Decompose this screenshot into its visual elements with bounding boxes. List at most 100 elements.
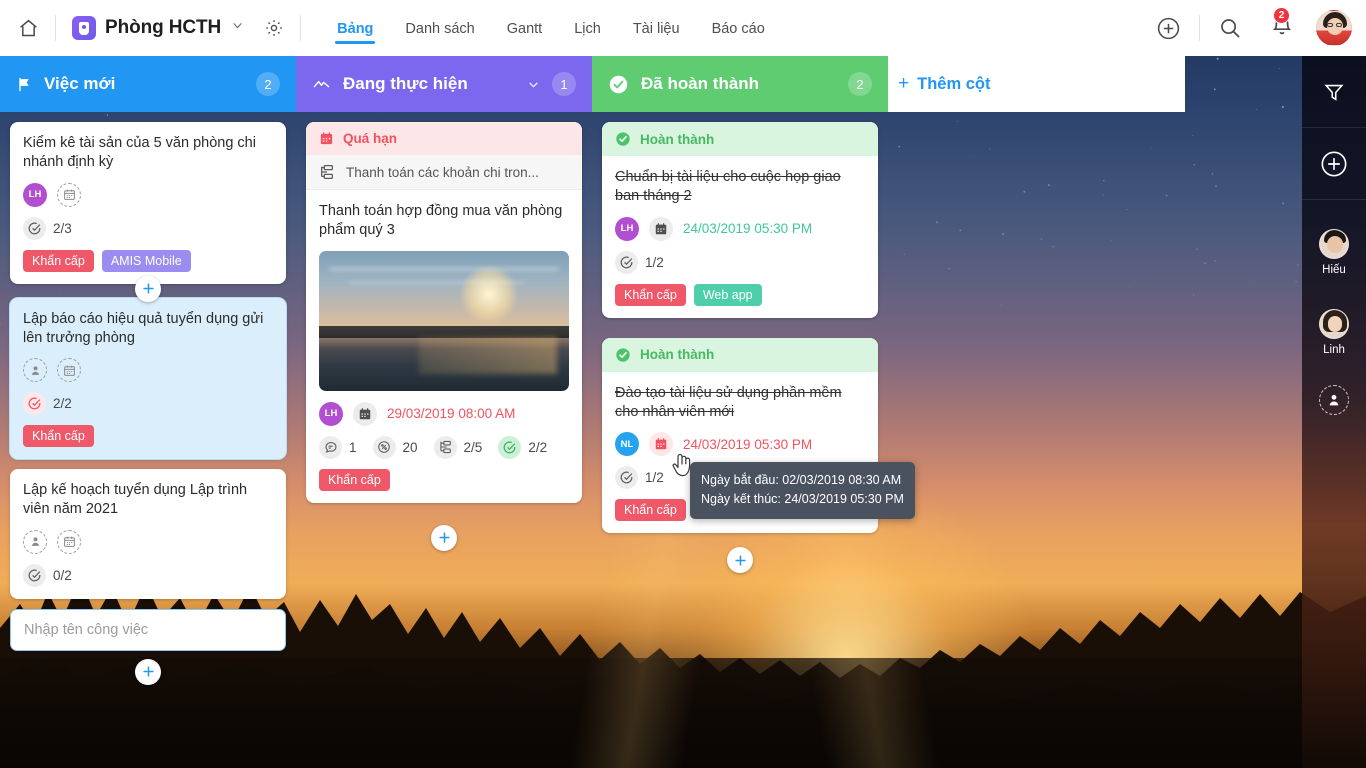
assignee-avatar[interactable]: LH [615,217,639,241]
stat-checklist[interactable]: 2/2 [498,436,547,459]
task-card[interactable]: Hoàn thành Chuẩn bị tài liệu cho cuộc họ… [602,122,878,318]
member-linh[interactable]: Linh [1302,292,1366,372]
calendar-icon[interactable] [57,530,81,554]
add-member-button[interactable] [1302,128,1366,200]
plus-icon[interactable] [135,276,161,302]
tag-web-app[interactable]: Web app [694,284,762,306]
notification-badge: 2 [1273,7,1290,24]
column-body-dang-thuc-hien: Quá hạn Thanh toán các khoản chi tron...… [296,112,592,768]
topbar-actions: 2 [1142,10,1352,46]
notifications-button[interactable]: 2 [1256,14,1308,43]
chevron-down-icon[interactable] [231,19,244,37]
task-card[interactable]: Kiểm kê tài sản của 5 văn phòng chi nhán… [10,122,286,284]
task-checklist: 1/2 [615,251,865,274]
due-date: 29/03/2019 08:00 AM [387,406,515,421]
task-card[interactable]: Lập kế hoạch tuyển dụng Lập trình viên n… [10,469,286,599]
assign-person-icon[interactable] [23,358,47,382]
column-header-da-hoan-thanh[interactable]: Đã hoàn thành 2 [592,56,888,112]
parent-task-row[interactable]: Thanh toán các khoản chi tron... [306,155,582,190]
add-person-icon [1319,385,1349,415]
tab-bao-cao[interactable]: Báo cáo [696,4,781,53]
task-meta: LH 29/03/2019 08:00 AM [319,402,569,426]
task-attachment-image[interactable] [319,251,569,391]
plus-icon[interactable] [135,659,161,685]
stat-subtasks[interactable]: 2/5 [434,436,483,459]
member-name: Linh [1323,344,1345,356]
add-card-between-button[interactable] [10,276,286,302]
tag-urgent[interactable]: Khẩn cấp [615,499,686,521]
invite-member-button[interactable] [1302,372,1366,428]
divider [1199,15,1200,41]
done-label: Hoàn thành [640,347,714,362]
checklist-count: 2/2 [53,396,72,411]
right-sidebar: Hiếu Linh [1302,56,1366,768]
assignee-avatar[interactable]: LH [319,402,343,426]
kanban-board: Việc mới 2 Đang thực hiện 1 Đã hoàn thàn… [0,56,1302,768]
task-card[interactable]: Lập báo cáo hiệu quả tuyển dụng gửi lên … [10,298,286,460]
main-tabs: Bảng Danh sách Gantt Lịch Tài liệu Báo c… [321,4,781,53]
calendar-icon[interactable] [57,183,81,207]
stat-value: 20 [403,440,418,455]
tab-bang[interactable]: Bảng [321,4,389,53]
tab-tai-lieu[interactable]: Tài liệu [617,4,696,53]
overdue-banner: Quá hạn [306,122,582,155]
assignee-avatar[interactable]: LH [23,183,47,207]
task-checklist: 2/3 [23,217,273,240]
column-title: Đang thực hiện [343,74,468,94]
tag-urgent[interactable]: Khẩn cấp [319,469,390,491]
tab-lich[interactable]: Lịch [558,4,617,53]
calendar-icon[interactable] [353,402,377,426]
new-task-input[interactable] [10,609,286,651]
filter-icon [1323,81,1345,103]
task-stats: 1 20 2/5 2/2 [319,436,569,459]
avatar[interactable] [1316,10,1352,46]
task-title: Kiểm kê tài sản của 5 văn phòng chi nhán… [23,134,273,173]
calendar-icon[interactable] [57,358,81,382]
column-header-dang-thuc-hien[interactable]: Đang thực hiện 1 [296,56,592,112]
stat-comments[interactable]: 1 [319,436,357,459]
filter-button[interactable] [1302,56,1366,128]
check-circle-icon [23,392,46,415]
plus-circle-icon [1320,150,1348,178]
divider [300,15,301,41]
mouse-cursor-pointer [670,450,696,480]
calendar-icon[interactable] [649,217,673,241]
subtask-icon [434,436,457,459]
plus-icon[interactable] [727,547,753,573]
stat-value: 1 [349,440,357,455]
assignee-avatar[interactable]: NL [615,432,639,456]
task-tags: Khẩn cấp AMIS Mobile [23,250,273,272]
tag-urgent[interactable]: Khẩn cấp [23,250,94,272]
task-checklist: 2/2 [23,392,273,415]
stat-progress[interactable]: 20 [373,436,418,459]
plus-icon[interactable] [431,525,457,551]
tab-gantt[interactable]: Gantt [491,4,558,53]
avatar [1319,229,1349,259]
member-hieu[interactable]: Hiếu [1302,212,1366,292]
plus-circle-icon[interactable] [1142,16,1195,41]
add-column-button[interactable]: + Thêm cột [888,56,1185,112]
add-card-button[interactable] [306,525,582,551]
tooltip-start-date: Ngày bắt đầu: 02/03/2019 08:30 AM [701,471,904,490]
tag-urgent[interactable]: Khẩn cấp [615,284,686,306]
tag-urgent[interactable]: Khẩn cấp [23,425,94,447]
column-header-viec-moi[interactable]: Việc mới 2 [0,56,296,112]
add-card-button[interactable] [10,659,286,685]
task-title: Đào tạo tài liệu sử dụng phần mềm cho nh… [615,384,865,423]
home-icon[interactable] [18,18,39,39]
chevron-down-icon[interactable] [527,78,540,91]
task-meta [23,358,273,382]
search-icon[interactable] [1204,16,1256,40]
add-card-button[interactable] [602,547,878,573]
check-circle-icon [23,564,46,587]
assign-person-icon[interactable] [23,530,47,554]
column-body-da-hoan-thanh: Hoàn thành Chuẩn bị tài liệu cho cuộc họ… [592,112,888,768]
task-title: Chuẩn bị tài liệu cho cuộc họp giao ban … [615,168,865,207]
task-tags: Khẩn cấp Web app [615,284,865,306]
gear-icon[interactable] [264,18,284,38]
task-card[interactable]: Quá hạn Thanh toán các khoản chi tron...… [306,122,582,503]
tab-danh-sach[interactable]: Danh sách [389,4,490,53]
tag-amis-mobile[interactable]: AMIS Mobile [102,250,191,272]
tooltip-end-date: Ngày kết thúc: 24/03/2019 05:30 PM [701,490,904,509]
task-title: Lập báo cáo hiệu quả tuyển dụng gửi lên … [23,310,273,349]
